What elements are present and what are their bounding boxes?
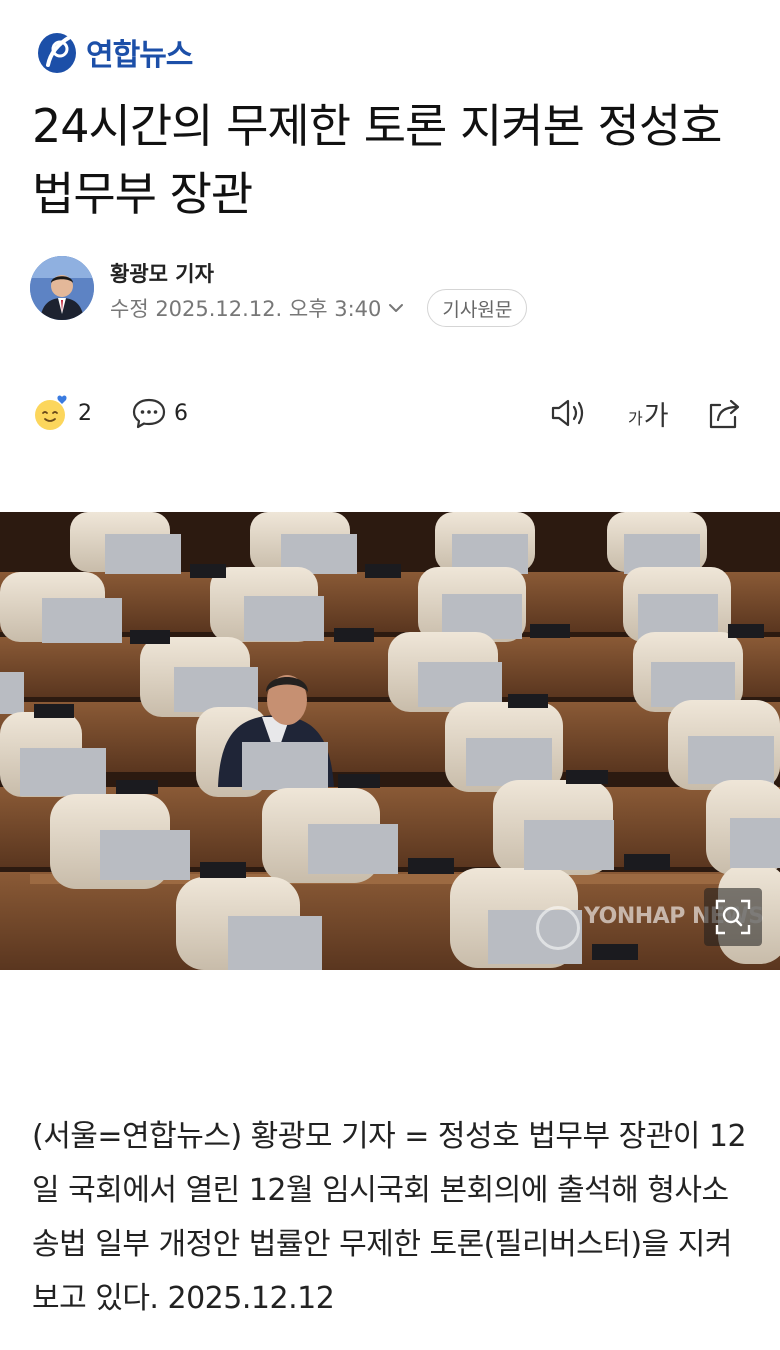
font-size-small-label: 가 bbox=[628, 409, 643, 428]
article-title: 24시간의 무제한 토론 지켜본 정성호 법무부 장관 bbox=[32, 99, 723, 221]
comment-button[interactable]: 6 bbox=[130, 390, 188, 436]
share-icon bbox=[709, 399, 740, 429]
assembly-hall-image bbox=[0, 512, 780, 970]
yonhap-logo-icon bbox=[38, 33, 76, 73]
meta-row: 수정 2025.12.12. 오후 3:40 기사원문 bbox=[110, 288, 528, 328]
chevron-down-icon[interactable] bbox=[387, 299, 405, 317]
font-size-button[interactable]: 가 가 bbox=[628, 390, 669, 436]
article-photo[interactable]: YONHAP NEWS bbox=[0, 512, 780, 970]
author-avatar[interactable] bbox=[30, 256, 94, 320]
speaker-icon bbox=[551, 399, 584, 427]
modified-date: 수정 2025.12.12. 오후 3:40 bbox=[110, 297, 382, 321]
article-body: (서울=연합뉴스) 황광모 기자 = 정성호 법무부 장관이 12일 국회에서 … bbox=[32, 1119, 747, 1316]
action-bar: 2 6 가 가 bbox=[30, 390, 750, 436]
share-button[interactable] bbox=[704, 390, 744, 436]
brand-name: 연합뉴스 bbox=[86, 38, 193, 73]
byline: 황광모 기자 수정 2025.12.12. 오후 3:40 기사원문 bbox=[30, 256, 750, 328]
comment-bubble-icon bbox=[132, 398, 166, 429]
original-article-button[interactable]: 기사원문 bbox=[427, 289, 528, 327]
photo-zoom-button[interactable] bbox=[704, 888, 762, 946]
reaction-count: 2 bbox=[78, 400, 92, 426]
font-size-large-label: 가 bbox=[643, 400, 669, 432]
comment-count: 6 bbox=[174, 400, 188, 426]
zoom-icon bbox=[715, 899, 751, 935]
smile-heart-icon bbox=[35, 395, 67, 430]
brand-logo[interactable]: 연합뉴스 bbox=[34, 26, 193, 78]
reaction-button[interactable]: 2 bbox=[32, 390, 92, 436]
author-name[interactable]: 황광모 기자 bbox=[110, 258, 214, 288]
tts-button[interactable] bbox=[548, 390, 590, 436]
